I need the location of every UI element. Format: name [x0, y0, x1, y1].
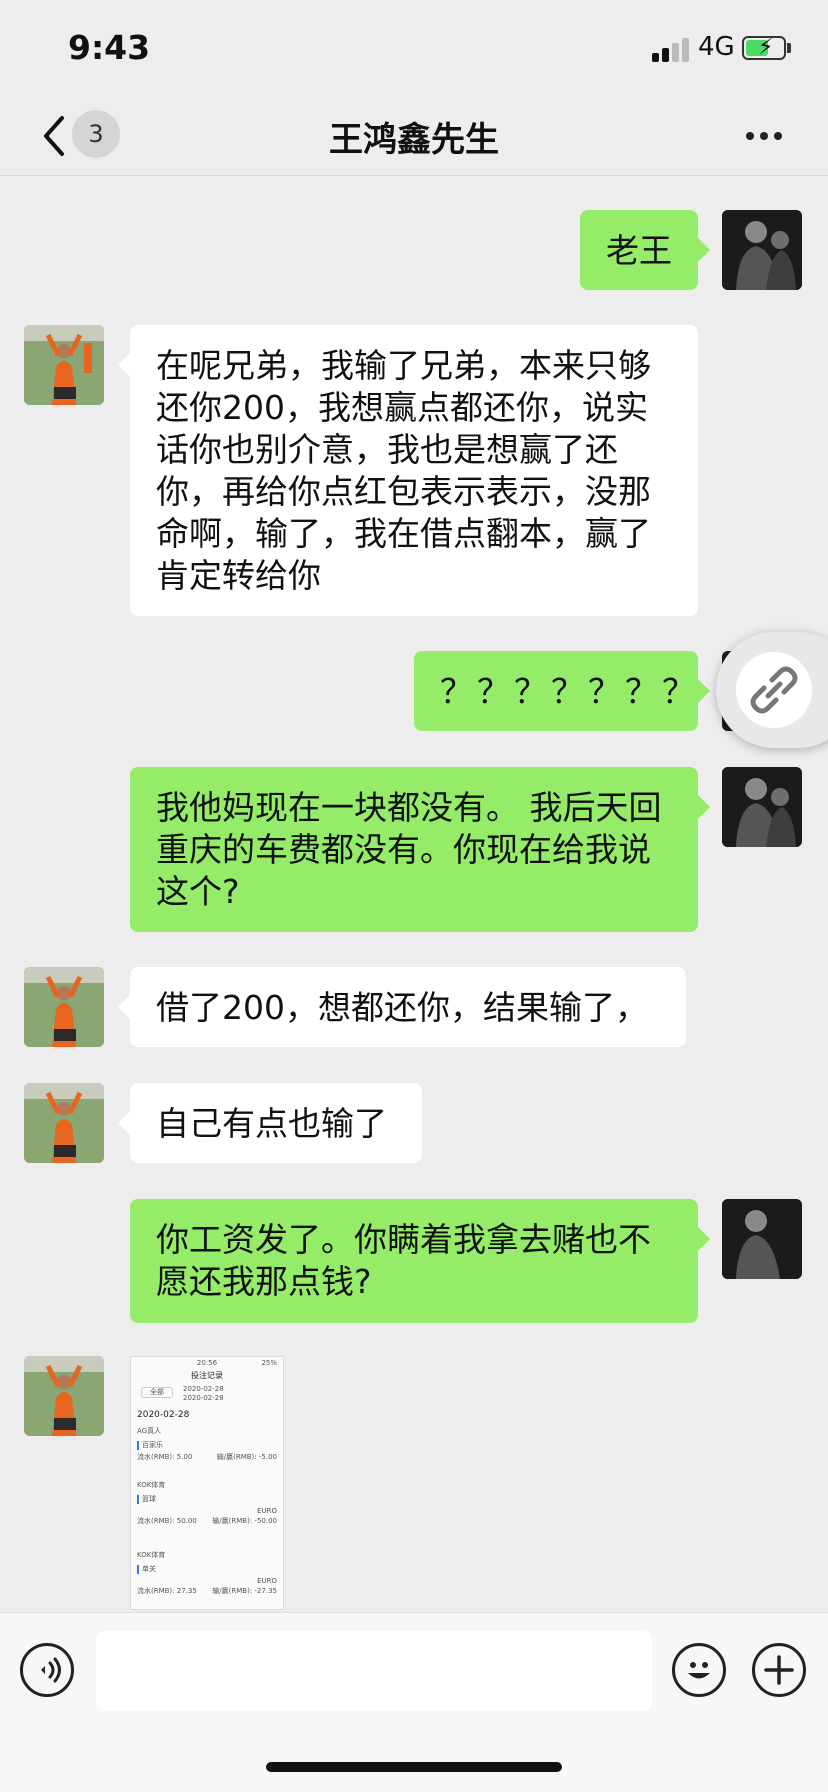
- shot-section-game: 百家乐: [137, 1441, 277, 1450]
- my-avatar[interactable]: [722, 210, 802, 290]
- shot-section-platform: AG真人: [137, 1427, 162, 1435]
- friend-avatar[interactable]: [24, 325, 104, 405]
- chat-header: 3 王鸿鑫先生: [0, 96, 828, 176]
- shot-filter: 全部: [141, 1387, 173, 1398]
- message-bubble-received[interactable]: 自己有点也输了: [118, 1083, 422, 1163]
- friend-avatar-image: [24, 1356, 104, 1436]
- floating-link-button[interactable]: [716, 632, 828, 748]
- more-options-button[interactable]: [742, 130, 786, 144]
- voice-button[interactable]: [20, 1643, 74, 1697]
- shot-section-platform: KOK体育: [137, 1551, 166, 1559]
- message-bubble-sent[interactable]: 你工资发了。你瞒着我拿去赌也不愿还我那点钱?: [130, 1199, 710, 1323]
- my-avatar[interactable]: [722, 767, 802, 847]
- network-type: 4G: [698, 32, 735, 62]
- message-bubble-sent[interactable]: ？？？？？？？: [414, 651, 710, 731]
- shot-section-line: 输/赢(RMB): -5.00: [216, 1453, 277, 1461]
- message-input[interactable]: [96, 1631, 652, 1711]
- status-bar: 9:43 4G ⚡: [0, 0, 828, 96]
- shot-header: 投注记录: [191, 1371, 223, 1380]
- link-icon: [750, 666, 798, 714]
- shot-section-line: 输/赢(RMB): -27.35: [212, 1587, 277, 1595]
- image-message-screenshot[interactable]: 20:56 25% 投注记录 全部 2020-02-28 2020-02-28 …: [130, 1356, 284, 1610]
- shot-section-platform: KOK体育: [137, 1481, 166, 1489]
- shot-battery: 25%: [261, 1359, 277, 1367]
- shot-day: 2020-02-28: [137, 1410, 190, 1420]
- emoji-icon: [688, 1662, 710, 1679]
- battery-charging-icon: ⚡: [742, 36, 786, 60]
- friend-avatar[interactable]: [24, 1083, 104, 1163]
- emoji-button[interactable]: [672, 1643, 726, 1697]
- signal-bars-icon: [652, 38, 692, 62]
- friend-avatar[interactable]: [24, 967, 104, 1047]
- shot-section-game: 篮球: [137, 1495, 277, 1504]
- my-avatar-image: [722, 1199, 802, 1279]
- my-avatar-image: [722, 767, 802, 847]
- friend-avatar[interactable]: [24, 1356, 104, 1436]
- home-indicator[interactable]: [266, 1762, 562, 1772]
- friend-avatar-image: [24, 967, 104, 1047]
- message-bubble-sent[interactable]: 老王: [580, 210, 710, 290]
- shot-section-odds: EURO: [257, 1507, 277, 1515]
- shot-section-odds: EURO: [257, 1577, 277, 1585]
- shot-date-to: 2020-02-28: [183, 1394, 224, 1402]
- message-bubble-received[interactable]: 借了200，想都还你，结果输了，: [118, 967, 686, 1047]
- my-avatar-image: [722, 210, 802, 290]
- friend-avatar-image: [24, 1083, 104, 1163]
- message-bubble-sent[interactable]: 我他妈现在一块都没有。 我后天回重庆的车费都没有。你现在给我说这个?: [130, 767, 710, 932]
- message-bubble-received[interactable]: 在呢兄弟，我输了兄弟，本来只够还你200，我想赢点都还你，说实话你也别介意，我也…: [118, 325, 698, 616]
- friend-avatar-image: [24, 325, 104, 405]
- voice-icon: [41, 1657, 61, 1683]
- plus-button[interactable]: [752, 1643, 806, 1697]
- shot-section-game: 单关: [137, 1565, 277, 1574]
- chat-title: 王鸿鑫先生: [329, 120, 499, 160]
- shot-section-line: 输/赢(RMB): -50.00: [212, 1517, 277, 1525]
- plus-icon: [764, 1655, 794, 1685]
- battery-cap: [787, 43, 791, 53]
- shot-date-from: 2020-02-28: [183, 1385, 224, 1393]
- status-time: 9:43: [68, 28, 151, 67]
- my-avatar[interactable]: [722, 1199, 802, 1279]
